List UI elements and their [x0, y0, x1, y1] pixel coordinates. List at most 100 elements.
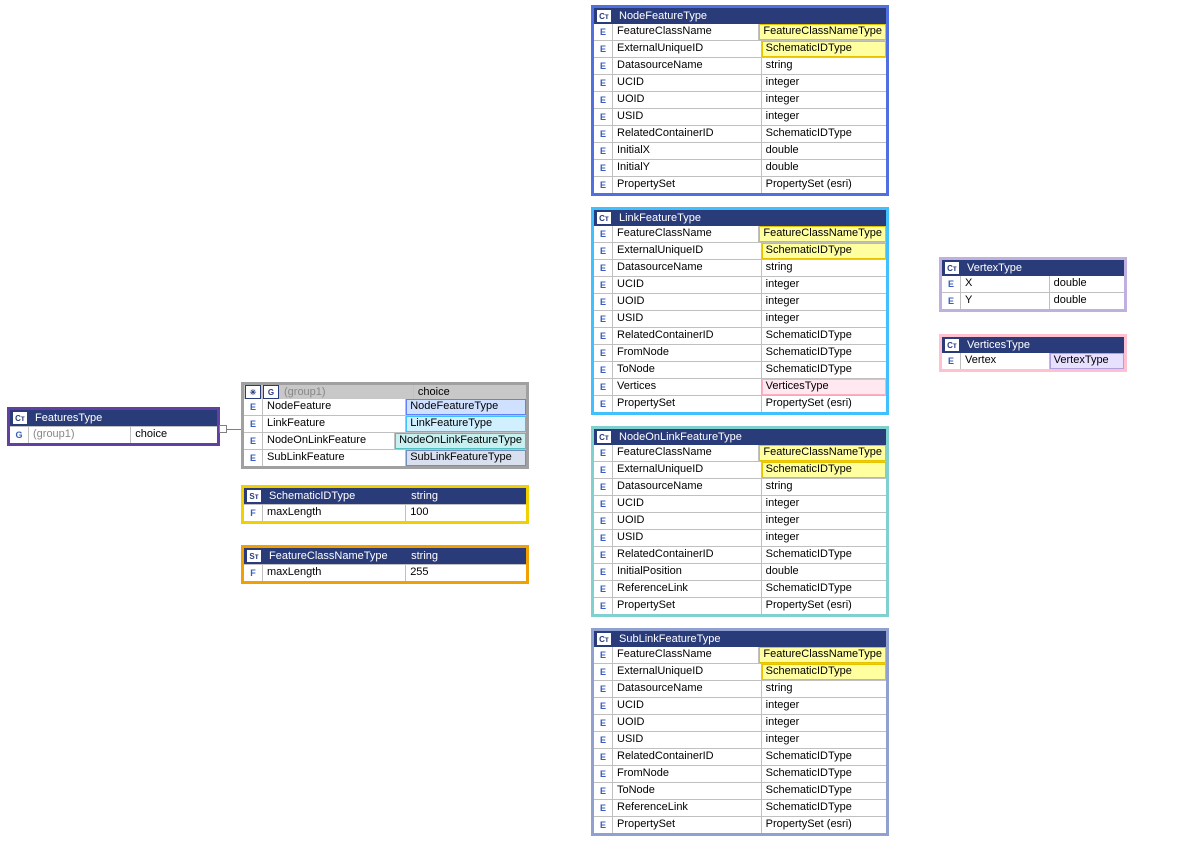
row-name: PropertySet	[613, 598, 762, 614]
feature-classname-box: Sᴛ FeatureClassNameType string F maxLeng…	[241, 545, 529, 584]
e-icon: E	[594, 715, 613, 731]
row-type: integer	[762, 75, 886, 91]
table-row: ENodeOnLinkFeatureNodeOnLinkFeatureType	[244, 432, 526, 449]
table-row: EInitialXdouble	[594, 142, 886, 159]
table-row: EReferenceLinkSchematicIDType	[594, 580, 886, 597]
row-name: RelatedContainerID	[613, 328, 762, 344]
table-row: EUSIDinteger	[594, 529, 886, 546]
row-name: FeatureClassName	[613, 445, 759, 461]
row-name: UCID	[613, 496, 762, 512]
e-icon: E	[594, 362, 613, 378]
table-row: EPropertySetPropertySet (esri)	[594, 395, 886, 412]
e-icon: E	[594, 547, 613, 563]
row-name: ToNode	[613, 362, 762, 378]
row-name: PropertySet	[613, 396, 762, 412]
g-icon: G	[10, 427, 29, 443]
row-name: InitialPosition	[613, 564, 762, 580]
row-type: FeatureClassNameType	[759, 24, 886, 40]
row-name: PropertySet	[613, 817, 762, 833]
row-type: PropertySet (esri)	[762, 396, 886, 412]
table-row: EDatasourceNamestring	[594, 478, 886, 495]
table-row: EDatasourceNamestring	[594, 680, 886, 697]
row-type: choice	[131, 427, 217, 443]
table-row: EToNodeSchematicIDType	[594, 361, 886, 378]
node-feature-title: NodeFeatureType	[615, 8, 886, 24]
features-type-box: Cᴛ FeaturesType G (group1) choice	[7, 407, 220, 446]
table-row: EExternalUniqueIDSchematicIDType	[594, 663, 886, 680]
row-type: SchematicIDType	[762, 362, 886, 378]
e-icon: E	[594, 75, 613, 91]
row-name: (group1)	[29, 427, 131, 443]
row-name: UCID	[613, 277, 762, 293]
row-name: NodeFeature	[263, 399, 406, 415]
row-type: double	[762, 160, 886, 176]
row-name: Vertex	[961, 353, 1050, 369]
row-name: ExternalUniqueID	[613, 664, 762, 680]
table-row: EFeatureClassNameFeatureClassNameType	[594, 24, 886, 40]
ct-icon: Cᴛ	[594, 210, 615, 226]
row-type: SchematicIDType	[762, 800, 886, 816]
row-name: X	[961, 276, 1050, 292]
row-name: FeatureClassName	[613, 647, 759, 663]
table-row: EUSIDinteger	[594, 310, 886, 327]
row-name: Y	[961, 293, 1050, 309]
e-icon: E	[594, 109, 613, 125]
row-type: LinkFeatureType	[406, 416, 526, 432]
table-row: EUSIDinteger	[594, 731, 886, 748]
e-icon: E	[594, 345, 613, 361]
sub-link-box: Cᴛ SubLinkFeatureType EFeatureClassNameF…	[591, 628, 889, 836]
row-name: FromNode	[613, 345, 762, 361]
e-icon: E	[594, 24, 613, 40]
table-row: EVertexVertexType	[942, 353, 1124, 369]
row-type: PropertySet (esri)	[762, 177, 886, 193]
row-type: double	[762, 564, 886, 580]
table-row: ELinkFeatureLinkFeatureType	[244, 415, 526, 432]
row-name: RelatedContainerID	[613, 126, 762, 142]
table-row: EUCIDinteger	[594, 495, 886, 512]
row-type: SchematicIDType	[762, 345, 886, 361]
table-row: G (group1) choice	[10, 426, 217, 443]
e-icon: E	[594, 260, 613, 276]
table-row: ENodeFeatureNodeFeatureType	[244, 399, 526, 415]
e-icon: E	[594, 41, 613, 57]
table-row: EPropertySetPropertySet (esri)	[594, 176, 886, 193]
table-row: EYdouble	[942, 292, 1124, 309]
ct-icon: Cᴛ	[942, 337, 963, 353]
vertex-header: Cᴛ VertexType	[942, 260, 1124, 276]
table-row: EDatasourceNamestring	[594, 259, 886, 276]
row-name: RelatedContainerID	[613, 749, 762, 765]
e-icon: E	[594, 564, 613, 580]
row-type: integer	[762, 92, 886, 108]
g-icon: G	[262, 385, 280, 399]
group1-box: ✳ G (group1) choice ENodeFeatureNodeFeat…	[241, 382, 529, 469]
vertex-title: VertexType	[963, 260, 1124, 276]
table-row: EExternalUniqueIDSchematicIDType	[594, 40, 886, 57]
row-name: DatasourceName	[613, 260, 762, 276]
table-row: EExternalUniqueIDSchematicIDType	[594, 461, 886, 478]
row-type: string	[762, 260, 886, 276]
e-icon: E	[594, 530, 613, 546]
e-icon: E	[594, 817, 613, 833]
row-name: USID	[613, 732, 762, 748]
featureclassname-header: Sᴛ FeatureClassNameType string	[244, 548, 526, 564]
row-name: UOID	[613, 92, 762, 108]
table-row: EReferenceLinkSchematicIDType	[594, 799, 886, 816]
row-name: USID	[613, 530, 762, 546]
row-type: PropertySet (esri)	[762, 598, 886, 614]
row-type: integer	[762, 698, 886, 714]
vertices-header: Cᴛ VerticesType	[942, 337, 1124, 353]
row-name: ReferenceLink	[613, 581, 762, 597]
features-type-header: Cᴛ FeaturesType	[10, 410, 217, 426]
row-name: ExternalUniqueID	[613, 243, 762, 259]
table-row: EPropertySetPropertySet (esri)	[594, 816, 886, 833]
row-type: integer	[762, 513, 886, 529]
e-icon: E	[594, 783, 613, 799]
node-on-link-header: Cᴛ NodeOnLinkFeatureType	[594, 429, 886, 445]
row-type: integer	[762, 311, 886, 327]
row-name: UCID	[613, 75, 762, 91]
row-type: FeatureClassNameType	[759, 226, 886, 242]
row-type: SchematicIDType	[762, 581, 886, 597]
table-row: F maxLength 100	[244, 504, 526, 521]
table-row: EUOIDinteger	[594, 293, 886, 310]
e-icon: E	[594, 328, 613, 344]
